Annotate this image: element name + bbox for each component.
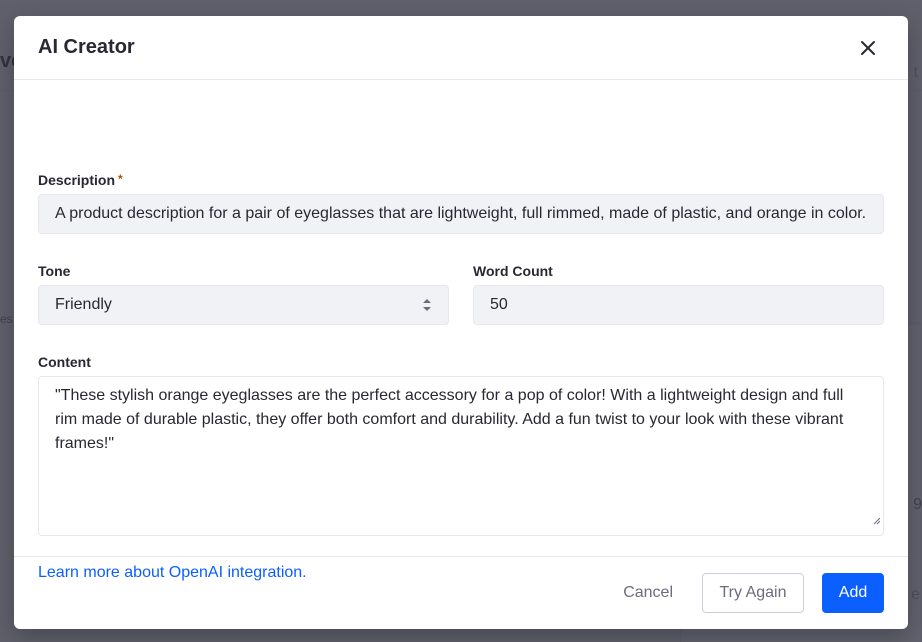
resize-grip-icon[interactable]: [873, 509, 881, 533]
word-count-value: 50: [490, 296, 508, 313]
content-label: Content: [38, 354, 91, 370]
ai-creator-modal: AI Creator Description * A product descri…: [14, 16, 908, 629]
required-mark: *: [118, 172, 123, 186]
content-textarea[interactable]: "These stylish orange eyeglasses are the…: [38, 376, 884, 536]
description-label: Description *: [38, 172, 884, 188]
content-field-group: Content "These stylish orange eyeglasses…: [38, 354, 884, 536]
tone-label: Tone: [38, 263, 71, 279]
modal-footer: Cancel Try Again Add: [14, 556, 908, 629]
description-input[interactable]: A product description for a pair of eyeg…: [38, 194, 884, 234]
modal-title: AI Creator: [38, 36, 135, 58]
word-count-label: Word Count: [473, 263, 553, 279]
word-count-input[interactable]: 50: [473, 285, 884, 325]
tone-selected-value: Friendly: [55, 296, 112, 313]
close-icon: [861, 40, 875, 55]
tone-field-group: Tone Friendly: [38, 263, 449, 325]
caret-double-icon: [422, 297, 432, 313]
modal-header: AI Creator: [14, 16, 908, 80]
add-button[interactable]: Add: [822, 573, 884, 613]
word-count-field-group: Word Count 50: [473, 263, 884, 325]
description-value: A product description for a pair of eyeg…: [55, 205, 867, 222]
cancel-button[interactable]: Cancel: [608, 573, 688, 613]
try-again-button[interactable]: Try Again: [702, 573, 804, 613]
tone-select[interactable]: Friendly: [38, 285, 449, 325]
description-field-group: Description * A product description for a…: [38, 172, 884, 234]
description-label-text: Description: [38, 172, 116, 188]
close-button[interactable]: [852, 32, 884, 64]
content-value: "These stylish orange eyeglasses are the…: [55, 387, 844, 452]
